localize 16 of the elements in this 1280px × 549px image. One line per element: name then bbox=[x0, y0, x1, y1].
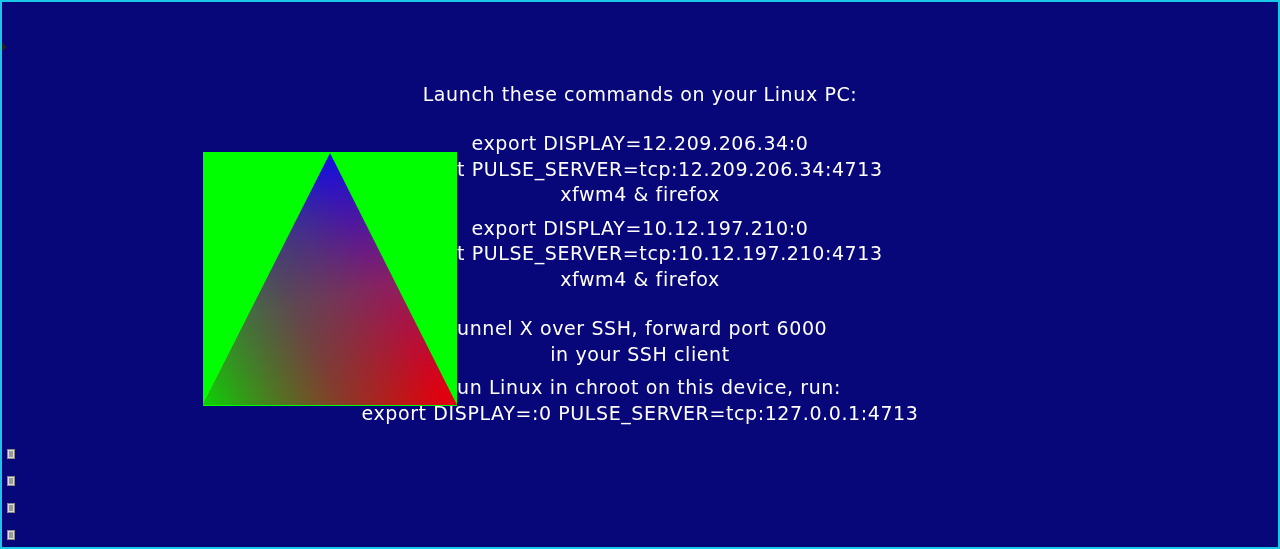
command-line: in your SSH client bbox=[550, 341, 730, 367]
command-line: export DISPLAY=10.12.197.210:0 bbox=[471, 215, 809, 241]
document-icon[interactable] bbox=[7, 476, 15, 486]
document-icon[interactable] bbox=[7, 530, 15, 540]
command-line: export DISPLAY=12.209.206.34:0 bbox=[471, 131, 809, 156]
command-line: t PULSE_SERVER=tcp:12.209.206.34:4713 bbox=[457, 156, 883, 182]
document-icon[interactable] bbox=[7, 449, 15, 459]
command-line: unnel X over SSH, forward port 6000 bbox=[457, 316, 828, 341]
document-icon[interactable] bbox=[7, 503, 15, 513]
command-line: xfwm4 & firefox bbox=[560, 182, 720, 207]
command-line: export DISPLAY=:0 PULSE_SERVER=tcp:127.0.0.1:4713 bbox=[361, 400, 919, 426]
cursor-icon bbox=[2, 43, 8, 51]
command-line: xfwm4 & firefox bbox=[560, 266, 720, 292]
command-line: t PULSE_SERVER=tcp:10.12.197.210:4713 bbox=[457, 241, 883, 267]
command-line: un Linux in chroot on this device, run: bbox=[457, 375, 841, 400]
heading: Launch these commands on your Linux PC: bbox=[421, 82, 859, 107]
